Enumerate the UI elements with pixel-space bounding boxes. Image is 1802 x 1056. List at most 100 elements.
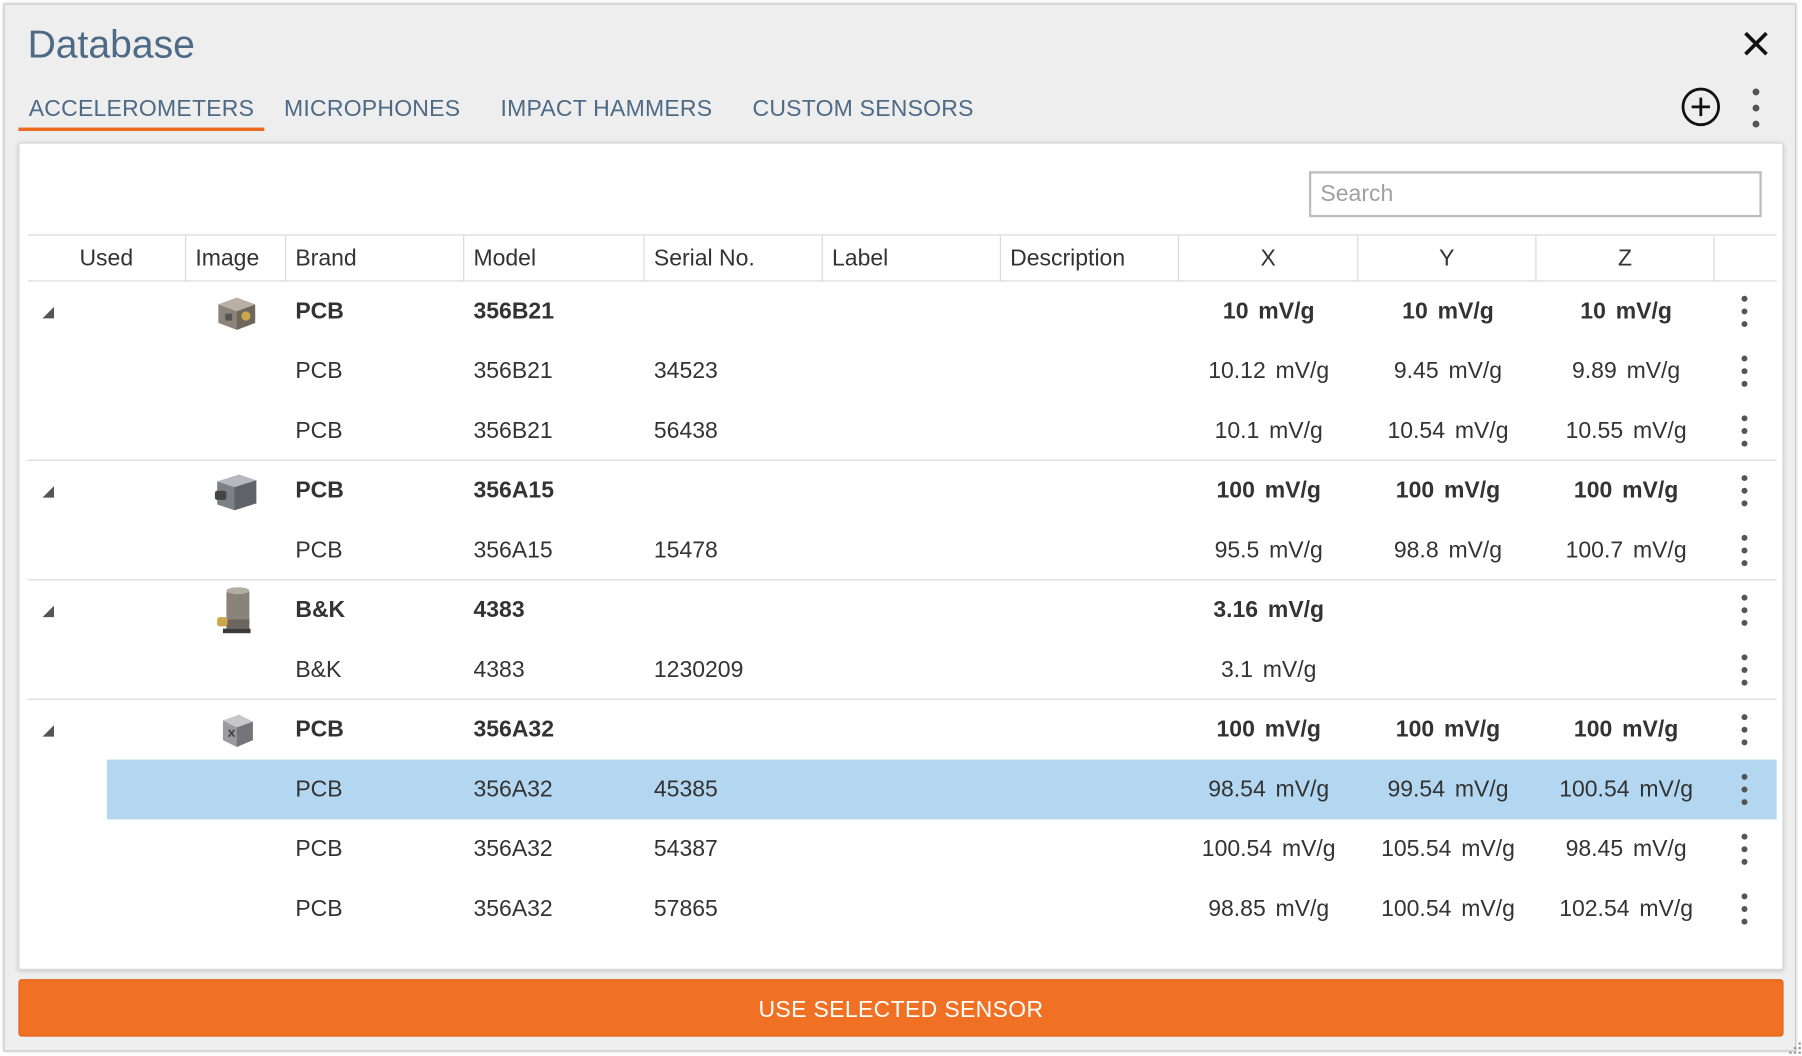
row-sensitivity-x: 100.54 mV/g [1201,836,1336,862]
column-header-z[interactable]: Z [1536,235,1715,281]
tab-accelerometers[interactable]: ACCELEROMETERS [18,92,265,132]
row-more-icon[interactable] [1733,353,1756,390]
row-model: 356A15 [473,537,553,564]
group-model: 356A15 [473,478,554,504]
row-model: 356B21 [473,358,553,384]
use-selected-sensor-button[interactable]: USE SELECTED SENSOR [18,979,1784,1037]
group-row[interactable]: B&K 4383 3.16 mV/g [28,580,1777,640]
group-sensitivity-z: 100 mV/g [1573,717,1679,743]
row-sensitivity-y: 105.54 mV/g [1381,836,1515,862]
group-model: 356B21 [473,298,554,325]
row-serial: 45385 [653,776,718,803]
row-model: 356A32 [473,836,553,862]
sensor-image-icon [211,585,262,636]
row-sensitivity-x: 10.1 mV/g [1214,418,1323,444]
collapse-triangle-icon[interactable] [41,484,55,498]
row-more-icon[interactable] [1733,771,1756,808]
row-more-icon[interactable] [1733,592,1756,629]
group-sensitivity-z: 100 mV/g [1573,478,1679,504]
row-model: 356A32 [473,896,553,922]
group-sensitivity-z [1536,580,1715,640]
row-more-icon[interactable] [1733,891,1756,928]
group-brand: PCB [295,478,344,504]
row-sensitivity-x: 98.54 mV/g [1208,776,1330,803]
row-sensitivity-y: 100.54 mV/g [1381,896,1515,922]
database-dialog: Database ACCELEROMETERS MICROPHONES IMPA… [3,3,1801,1054]
group-model: 356A32 [473,717,554,743]
sensor-image-icon [211,465,262,516]
search-input[interactable] [1308,171,1762,218]
row-more-icon[interactable] [1733,413,1756,450]
row-sensitivity-y: 98.8 mV/g [1393,537,1503,564]
row-sensitivity-x: 3.1 mV/g [1220,657,1317,683]
row-model: 4383 [473,657,525,683]
column-header-used[interactable]: Used [28,235,187,281]
row-brand: PCB [295,537,343,564]
more-vertical-icon[interactable] [1746,85,1767,131]
close-icon[interactable] [1738,25,1775,62]
tab-impact-hammers[interactable]: IMPACT HAMMERS [500,92,712,131]
row-model: 356B21 [473,418,553,444]
row-more-icon[interactable] [1733,831,1756,868]
tab-custom-sensors[interactable]: CUSTOM SENSORS [752,92,973,131]
group-row[interactable]: PCB 356B21 10 mV/g 10 mV/g 10 mV/g [28,282,1777,342]
dialog-title: Database [27,22,195,67]
column-header-x[interactable]: X [1179,235,1359,281]
sensor-image-icon [211,286,262,337]
row-sensitivity-x: 98.85 mV/g [1208,896,1330,922]
row-more-icon[interactable] [1733,652,1756,689]
row-more-icon[interactable] [1733,532,1756,569]
collapse-triangle-icon[interactable] [41,305,55,319]
row-serial: 54387 [653,836,718,862]
row-brand: PCB [295,418,343,444]
row-serial: 56438 [653,418,718,444]
column-header-label[interactable]: Label [823,235,1001,281]
group-brand: PCB [295,298,344,325]
column-header-model[interactable]: Model [464,235,645,281]
group-sensitivity-z: 10 mV/g [1580,298,1672,325]
table-row[interactable]: PCB 356B21 34523 10.12 mV/g 9.45 mV/g 9.… [28,341,1777,401]
group-sensitivity-x: 100 mV/g [1216,717,1321,743]
group-row[interactable]: PCB 356A15 100 mV/g 100 mV/g 100 mV/g [28,461,1777,521]
sensor-image-icon [211,704,262,755]
row-brand: PCB [295,896,343,922]
group-row[interactable]: PCB 356A32 100 mV/g 100 mV/g 100 mV/g [28,700,1777,760]
table-body: PCB 356B21 10 mV/g 10 mV/g 10 mV/g PCB 3… [27,282,1777,939]
table-row[interactable]: PCB 356A32 45385 98.54 mV/g 99.54 mV/g 1… [28,759,1777,820]
row-serial: 34523 [653,358,718,384]
table-row[interactable]: PCB 356A32 54387 100.54 mV/g 105.54 mV/g… [28,819,1777,879]
sensor-table-panel: Used Image Brand Model Serial No. Label … [18,142,1784,970]
add-circle-icon[interactable] [1680,86,1721,127]
row-serial: 15478 [653,537,718,564]
group-brand: B&K [295,597,346,623]
group-sensitivity-x: 3.16 mV/g [1213,597,1325,623]
row-more-icon[interactable] [1733,472,1756,509]
column-header-brand[interactable]: Brand [286,235,465,281]
row-brand: PCB [295,836,343,862]
row-model: 356A32 [473,776,553,803]
tab-microphones[interactable]: MICROPHONES [284,92,460,131]
table-row[interactable]: B&K 4383 1230209 3.1 mV/g [27,640,1777,700]
table-row[interactable]: PCB 356B21 56438 10.1 mV/g 10.54 mV/g 10… [27,401,1777,461]
group-sensitivity-y: 100 mV/g [1395,478,1501,504]
column-header-actions [1715,236,1777,281]
row-sensitivity-y: 99.54 mV/g [1387,776,1509,803]
row-serial: 57865 [653,896,718,922]
row-sensitivity-x: 95.5 mV/g [1214,537,1323,564]
row-sensitivity-y [1358,640,1537,700]
table-row[interactable]: PCB 356A32 57865 98.85 mV/g 100.54 mV/g … [28,879,1777,939]
table-row[interactable]: PCB 356A15 15478 95.5 mV/g 98.8 mV/g 100… [27,521,1777,581]
row-sensitivity-y: 10.54 mV/g [1387,418,1509,444]
column-header-image[interactable]: Image [186,235,287,281]
collapse-triangle-icon[interactable] [41,723,55,737]
row-more-icon[interactable] [1733,293,1756,330]
row-serial: 1230209 [653,657,744,683]
collapse-triangle-icon[interactable] [41,603,55,618]
column-header-y[interactable]: Y [1358,235,1537,281]
column-header-serial[interactable]: Serial No. [645,235,823,281]
resize-grip-icon[interactable] [1786,1039,1802,1055]
group-sensitivity-x: 100 mV/g [1216,478,1321,504]
column-header-description[interactable]: Description [1001,235,1180,281]
row-more-icon[interactable] [1733,711,1756,748]
group-sensitivity-y: 100 mV/g [1395,717,1501,743]
